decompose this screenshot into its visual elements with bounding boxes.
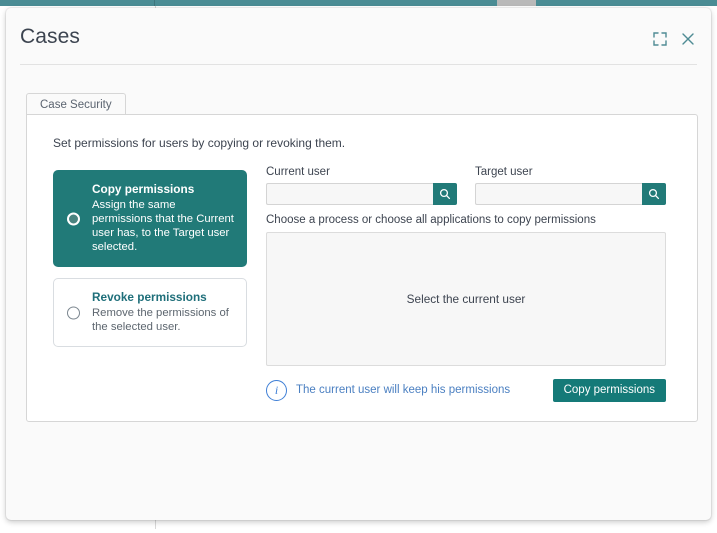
background-bottom-strip xyxy=(0,529,717,533)
magnifier-icon xyxy=(648,188,660,200)
intro-text: Set permissions for users by copying or … xyxy=(53,136,346,150)
tab-strip: Case Security xyxy=(26,93,698,116)
radio-copy-permissions[interactable] xyxy=(67,212,80,225)
close-icon[interactable] xyxy=(679,30,697,48)
right-column: Current user Target user Choose a proces… xyxy=(266,166,666,402)
process-selection-box[interactable]: Select the current user xyxy=(266,232,666,366)
option-title-copy-permissions: Copy permissions xyxy=(92,182,195,196)
target-user-label: Target user xyxy=(475,166,533,178)
content-panel: Set permissions for users by copying or … xyxy=(26,114,698,422)
target-user-search-button[interactable] xyxy=(642,183,666,205)
copy-permissions-button[interactable]: Copy permissions xyxy=(552,378,666,402)
process-box-placeholder: Select the current user xyxy=(406,292,526,306)
radio-revoke-permissions[interactable] xyxy=(67,306,80,319)
option-description-copy-permissions: Assign the same permissions that the Cur… xyxy=(92,199,234,253)
current-user-search-button[interactable] xyxy=(433,183,457,205)
user-fields-row: Current user Target user xyxy=(266,166,666,205)
expand-fullscreen-icon[interactable] xyxy=(651,30,669,48)
info-message: The current user will keep his permissio… xyxy=(296,384,511,396)
target-user-field-group: Target user xyxy=(475,166,666,205)
modal-header: Cases xyxy=(6,8,711,65)
magnifier-icon xyxy=(439,188,451,200)
current-user-search-field xyxy=(266,183,457,205)
footer-row: i The current user will keep his permiss… xyxy=(266,378,666,402)
cases-modal-dialog: Cases Case Security Set permissions for … xyxy=(6,8,711,520)
page-title: Cases xyxy=(20,25,81,48)
option-card-revoke-permissions[interactable]: Revoke permissions Remove the permission… xyxy=(53,278,247,347)
target-user-input[interactable] xyxy=(475,183,642,205)
option-card-copy-permissions[interactable]: Copy permissions Assign the same permiss… xyxy=(53,170,247,267)
permission-mode-option-list: Copy permissions Assign the same permiss… xyxy=(53,170,247,358)
app-top-bar xyxy=(0,0,717,6)
current-user-input[interactable] xyxy=(266,183,433,205)
current-user-field-group: Current user xyxy=(266,166,457,205)
header-divider xyxy=(20,64,697,65)
top-bar-active-tab-indicator[interactable] xyxy=(497,0,536,6)
target-user-search-field xyxy=(475,183,666,205)
info-circle-icon: i xyxy=(266,379,287,401)
option-title-revoke-permissions: Revoke permissions xyxy=(92,290,207,304)
option-description-revoke-permissions: Remove the permissions of the selected u… xyxy=(92,307,229,333)
tab-case-security[interactable]: Case Security xyxy=(26,93,126,116)
current-user-label: Current user xyxy=(266,166,330,178)
process-hint-text: Choose a process or choose all applicati… xyxy=(266,214,596,226)
